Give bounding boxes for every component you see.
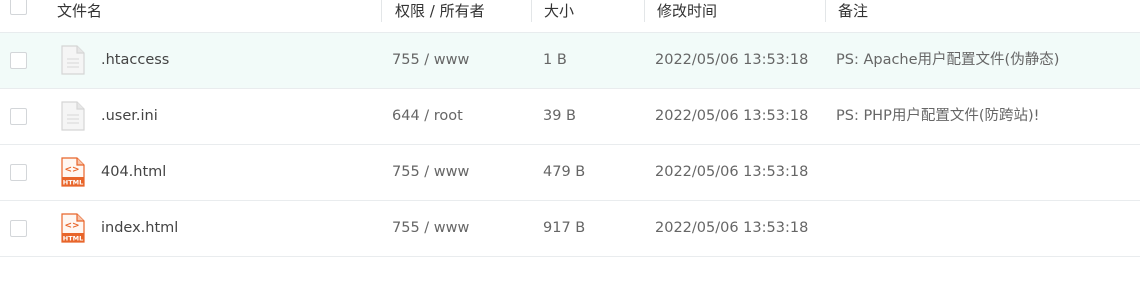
modified-time: 2022/05/06 13:53:18 — [655, 220, 809, 236]
html-file-icon: <> HTML — [61, 213, 85, 243]
file-size: 39 B — [543, 108, 577, 124]
row-checkbox[interactable] — [10, 164, 27, 181]
permission-owner[interactable]: 755 / www — [392, 201, 469, 256]
html-glyph: <> — [64, 221, 79, 231]
select-all-checkbox[interactable] — [10, 0, 27, 15]
file-size: 479 B — [543, 164, 586, 180]
file-table: 文件名 权限 / 所有者 大小 修改时间 备注 .htaccess 755 / … — [0, 0, 1140, 257]
column-divider — [531, 0, 532, 22]
file-name-link[interactable]: .htaccess — [101, 33, 169, 88]
file-size: 1 B — [543, 52, 567, 68]
remark-text[interactable]: PS: Apache用户配置文件(伪静态) — [836, 33, 1059, 88]
table-row[interactable]: .htaccess 755 / www 1 B 2022/05/06 13:53… — [0, 33, 1140, 89]
file-name-link[interactable]: index.html — [101, 201, 178, 256]
remark-text[interactable]: PS: PHP用户配置文件(防跨站)! — [836, 89, 1039, 144]
html-badge-label: HTML — [63, 235, 83, 243]
table-row[interactable]: <> HTML index.html 755 / www 917 B 2022/… — [0, 201, 1140, 257]
column-divider — [381, 0, 382, 22]
row-checkbox[interactable] — [10, 52, 27, 69]
row-checkbox[interactable] — [10, 108, 27, 125]
modified-time: 2022/05/06 13:53:18 — [655, 164, 809, 180]
table-row[interactable]: .user.ini 644 / root 39 B 2022/05/06 13:… — [0, 89, 1140, 145]
html-badge-label: HTML — [63, 179, 83, 187]
permission-owner[interactable]: 755 / www — [392, 145, 469, 200]
column-header-filename[interactable]: 文件名 — [57, 0, 102, 22]
html-glyph: <> — [64, 165, 79, 175]
column-header-modified[interactable]: 修改时间 — [657, 0, 717, 22]
column-header-remark: 备注 — [838, 2, 869, 20]
permission-owner[interactable]: 644 / root — [392, 89, 463, 144]
table-header: 文件名 权限 / 所有者 大小 修改时间 备注 — [0, 0, 1140, 33]
column-header-permission[interactable]: 权限 / 所有者 — [395, 0, 485, 22]
column-divider — [644, 0, 645, 22]
modified-time: 2022/05/06 13:53:18 — [655, 108, 809, 124]
column-header-size[interactable]: 大小 — [544, 0, 574, 22]
modified-time: 2022/05/06 13:53:18 — [655, 52, 809, 68]
table-row[interactable]: <> HTML 404.html 755 / www 479 B 2022/05… — [0, 145, 1140, 201]
html-file-icon: <> HTML — [61, 157, 85, 187]
file-generic-icon — [61, 101, 85, 131]
permission-owner[interactable]: 755 / www — [392, 33, 469, 88]
file-name-link[interactable]: 404.html — [101, 145, 166, 200]
column-divider — [825, 0, 826, 22]
file-name-link[interactable]: .user.ini — [101, 89, 158, 144]
file-size: 917 B — [543, 220, 586, 236]
file-generic-icon — [61, 45, 85, 75]
row-checkbox[interactable] — [10, 220, 27, 237]
